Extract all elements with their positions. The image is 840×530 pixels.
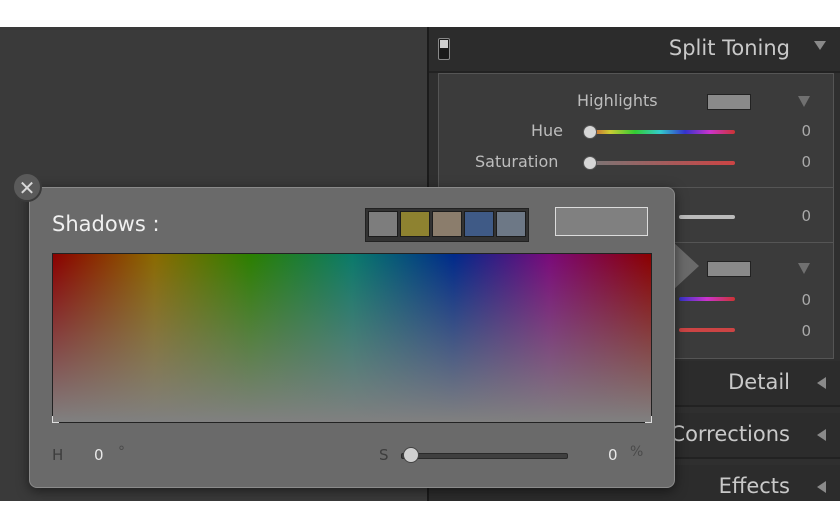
saturation-slider-thumb[interactable] <box>583 156 597 170</box>
spectrum-corner-right <box>645 416 652 423</box>
hue-slider-thumb[interactable] <box>583 125 597 139</box>
shadows-hue-track[interactable] <box>679 297 735 301</box>
close-icon[interactable]: ✕ <box>12 172 42 202</box>
preset-swatches <box>365 208 529 242</box>
collapse-left-icon[interactable] <box>817 377 826 389</box>
color-spectrum-picker[interactable] <box>52 253 652 423</box>
saturation-value: 0 <box>801 153 811 171</box>
hue-h-value[interactable]: 0 <box>94 446 104 464</box>
spectrum-corner-left <box>52 416 59 423</box>
shadows-color-popup: Shadows : H 0 ° S 0 % <box>29 187 675 488</box>
shadows-swatch[interactable] <box>707 261 751 277</box>
split-toning-title: Split Toning <box>668 36 790 60</box>
switch-icon[interactable] <box>438 38 450 60</box>
preset-swatch-4[interactable] <box>464 211 494 237</box>
hue-degree-unit: ° <box>118 444 125 460</box>
hue-slider-track[interactable] <box>585 130 735 134</box>
highlights-dropdown-icon[interactable] <box>798 96 810 107</box>
balance-value: 0 <box>801 207 811 225</box>
collapse-left-icon[interactable] <box>817 481 826 493</box>
popup-saturation-track[interactable] <box>401 453 568 459</box>
highlights-label: Highlights <box>577 91 658 110</box>
saturation-s-label: S <box>379 446 389 464</box>
preset-swatch-3[interactable] <box>432 211 462 237</box>
popup-title: Shadows : <box>52 212 160 236</box>
collapse-down-icon[interactable] <box>814 41 826 50</box>
saturation-slider-track[interactable] <box>585 161 735 165</box>
popup-saturation-thumb[interactable] <box>403 447 419 463</box>
preset-swatch-2[interactable] <box>400 211 430 237</box>
effects-title: Effects <box>718 474 790 498</box>
detail-title: Detail <box>728 370 790 394</box>
current-color-swatch <box>555 207 648 236</box>
hue-value: 0 <box>801 122 811 140</box>
collapse-left-icon[interactable] <box>817 429 826 441</box>
split-toning-header[interactable]: Split Toning <box>429 27 840 73</box>
saturation-label: Saturation <box>475 152 559 171</box>
preset-swatch-5[interactable] <box>496 211 526 237</box>
saturation-s-value[interactable]: 0 <box>608 446 618 464</box>
hue-label: Hue <box>531 121 564 140</box>
preset-swatch-1[interactable] <box>368 211 398 237</box>
saturation-percent-unit: % <box>630 444 644 460</box>
app-window: Split Toning Highlights Hue 0 Saturation… <box>0 27 840 501</box>
highlights-swatch[interactable] <box>707 94 751 110</box>
shadows-saturation-value: 0 <box>801 322 811 340</box>
hue-h-label: H <box>52 446 64 464</box>
shadows-dropdown-icon[interactable] <box>798 263 810 274</box>
popup-pointer <box>673 242 699 290</box>
shadows-hue-value: 0 <box>801 291 811 309</box>
shadows-saturation-track[interactable] <box>679 328 735 332</box>
balance-slider-track[interactable] <box>679 215 735 219</box>
